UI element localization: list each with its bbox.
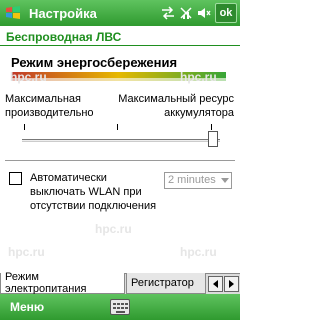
max-battery-label: Максимальный ресурс аккумулятора <box>118 93 234 119</box>
watermark: hpc.ru <box>8 245 45 259</box>
divider <box>5 160 235 161</box>
section-header: Беспроводная ЛВС <box>0 26 240 46</box>
tab-label: Регистратор <box>131 277 194 289</box>
auto-off-label: Автоматически выключать WLAN при отсутст… <box>30 172 157 212</box>
menu-button[interactable]: Меню <box>10 300 44 314</box>
max-performance-label: Максимальная производительно <box>5 93 94 119</box>
tab-label: Режим электропитания <box>5 271 87 295</box>
title-bar: Настройка ok <box>0 0 240 26</box>
timeout-dropdown[interactable]: 2 minutes <box>164 172 232 189</box>
timeout-dropdown-value: 2 minutes <box>168 174 216 186</box>
arrow-left-icon <box>213 280 218 288</box>
slider-track[interactable] <box>22 139 220 142</box>
ok-button[interactable]: ok <box>215 3 237 23</box>
tab-scroll-left-button[interactable] <box>208 276 223 292</box>
power-mode-slider[interactable] <box>22 122 224 152</box>
chevron-down-icon <box>221 178 229 183</box>
connectivity-icon[interactable] <box>161 6 175 20</box>
tab-power-mode[interactable]: Режим электропитания <box>0 271 125 295</box>
power-mode-label: Режим энергосбережения <box>11 55 178 70</box>
watermark: hpc.ru <box>180 245 217 259</box>
watermark: hpc.ru <box>180 70 217 84</box>
speaker-muted-icon[interactable] <box>197 6 211 20</box>
tab-logger[interactable]: Регистратор <box>126 273 206 294</box>
windows-start-icon[interactable] <box>3 3 23 23</box>
auto-off-checkbox[interactable] <box>9 172 22 185</box>
tab-scroll-right-button[interactable] <box>224 276 239 292</box>
watermark: hpc.ru <box>95 222 132 236</box>
app-title: Настройка <box>29 5 97 21</box>
slider-tick <box>24 124 25 130</box>
tab-strip: Режим электропитания Регистратор <box>0 271 240 295</box>
arrow-right-icon <box>229 280 234 288</box>
slider-tick <box>211 124 212 130</box>
keyboard-icon[interactable] <box>110 299 130 315</box>
slider-tick <box>117 124 118 130</box>
signal-off-icon[interactable] <box>179 6 193 20</box>
watermark: hpc.ru <box>10 70 47 84</box>
menu-bar: Меню <box>0 294 240 320</box>
slider-thumb[interactable] <box>208 131 218 147</box>
